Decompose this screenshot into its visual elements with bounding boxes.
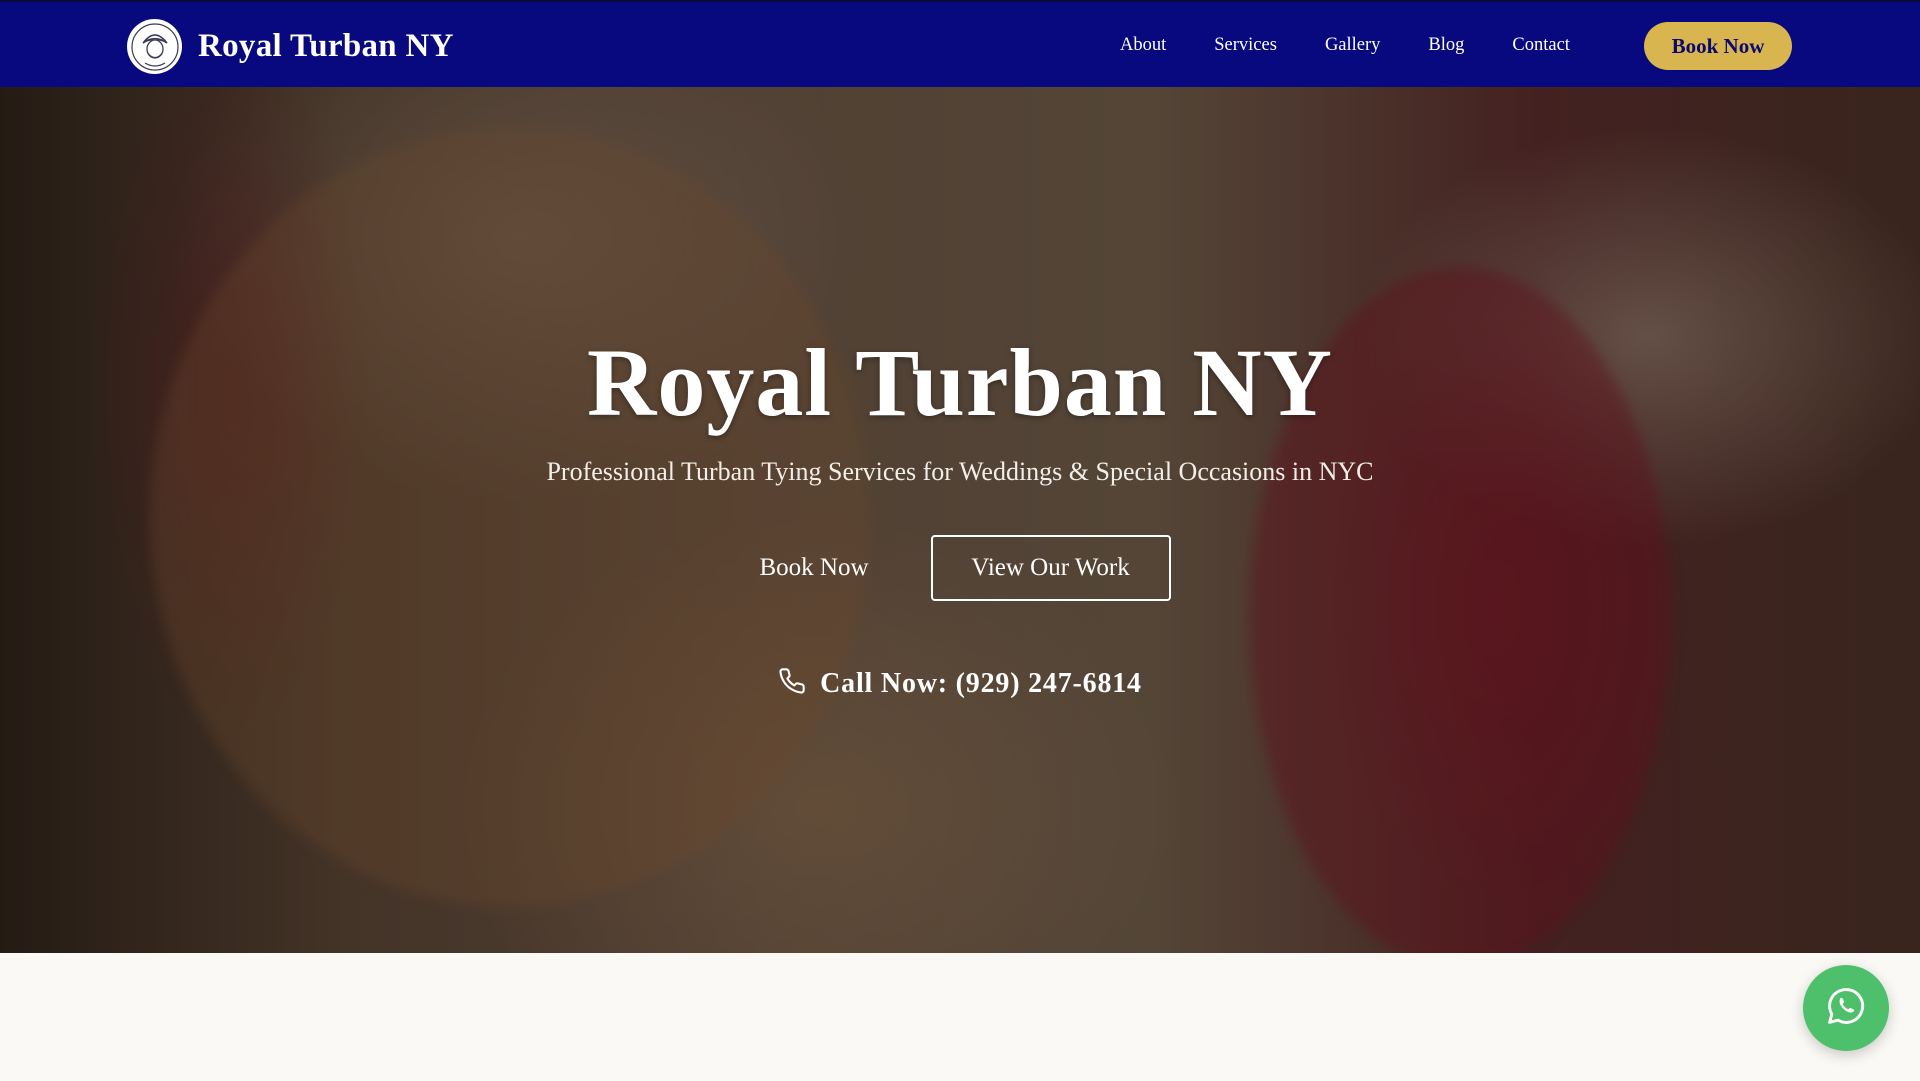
nav-link-about[interactable]: About [1120,35,1166,56]
call-now-link[interactable]: Call Now: (929) 247-6814 [0,667,1920,700]
nav-link-blog[interactable]: Blog [1428,35,1464,56]
hero-overlay [0,87,1920,953]
nav-link-contact[interactable]: Contact [1512,35,1570,56]
nav-book-now-button[interactable]: Book Now [1644,22,1792,70]
whatsapp-icon [1825,985,1867,1032]
phone-icon [778,667,806,700]
top-navbar: Royal Turban NY About Services Gallery B… [0,0,1920,87]
hero-book-now-button[interactable]: Book Now [749,554,878,582]
below-hero-section [0,953,1920,1081]
hero-subtitle: Professional Turban Tying Services for W… [546,457,1374,486]
hero-buttons: Book Now View Our Work [0,535,1920,601]
brand[interactable]: Royal Turban NY [127,19,454,74]
hero-title: Royal Turban NY [587,329,1333,436]
turban-man-icon [127,19,182,74]
view-our-work-button[interactable]: View Our Work [930,535,1171,601]
nav-link-services[interactable]: Services [1214,35,1277,56]
nav-link-gallery[interactable]: Gallery [1325,35,1380,56]
call-now-text: Call Now: (929) 247-6814 [820,667,1142,699]
main-nav: About Services Gallery Blog Contact [1120,2,1618,89]
brand-name: Royal Turban NY [198,28,454,64]
whatsapp-button[interactable] [1803,965,1889,1051]
hero-section: Royal Turban NY Professional Turban Tyin… [0,87,1920,953]
